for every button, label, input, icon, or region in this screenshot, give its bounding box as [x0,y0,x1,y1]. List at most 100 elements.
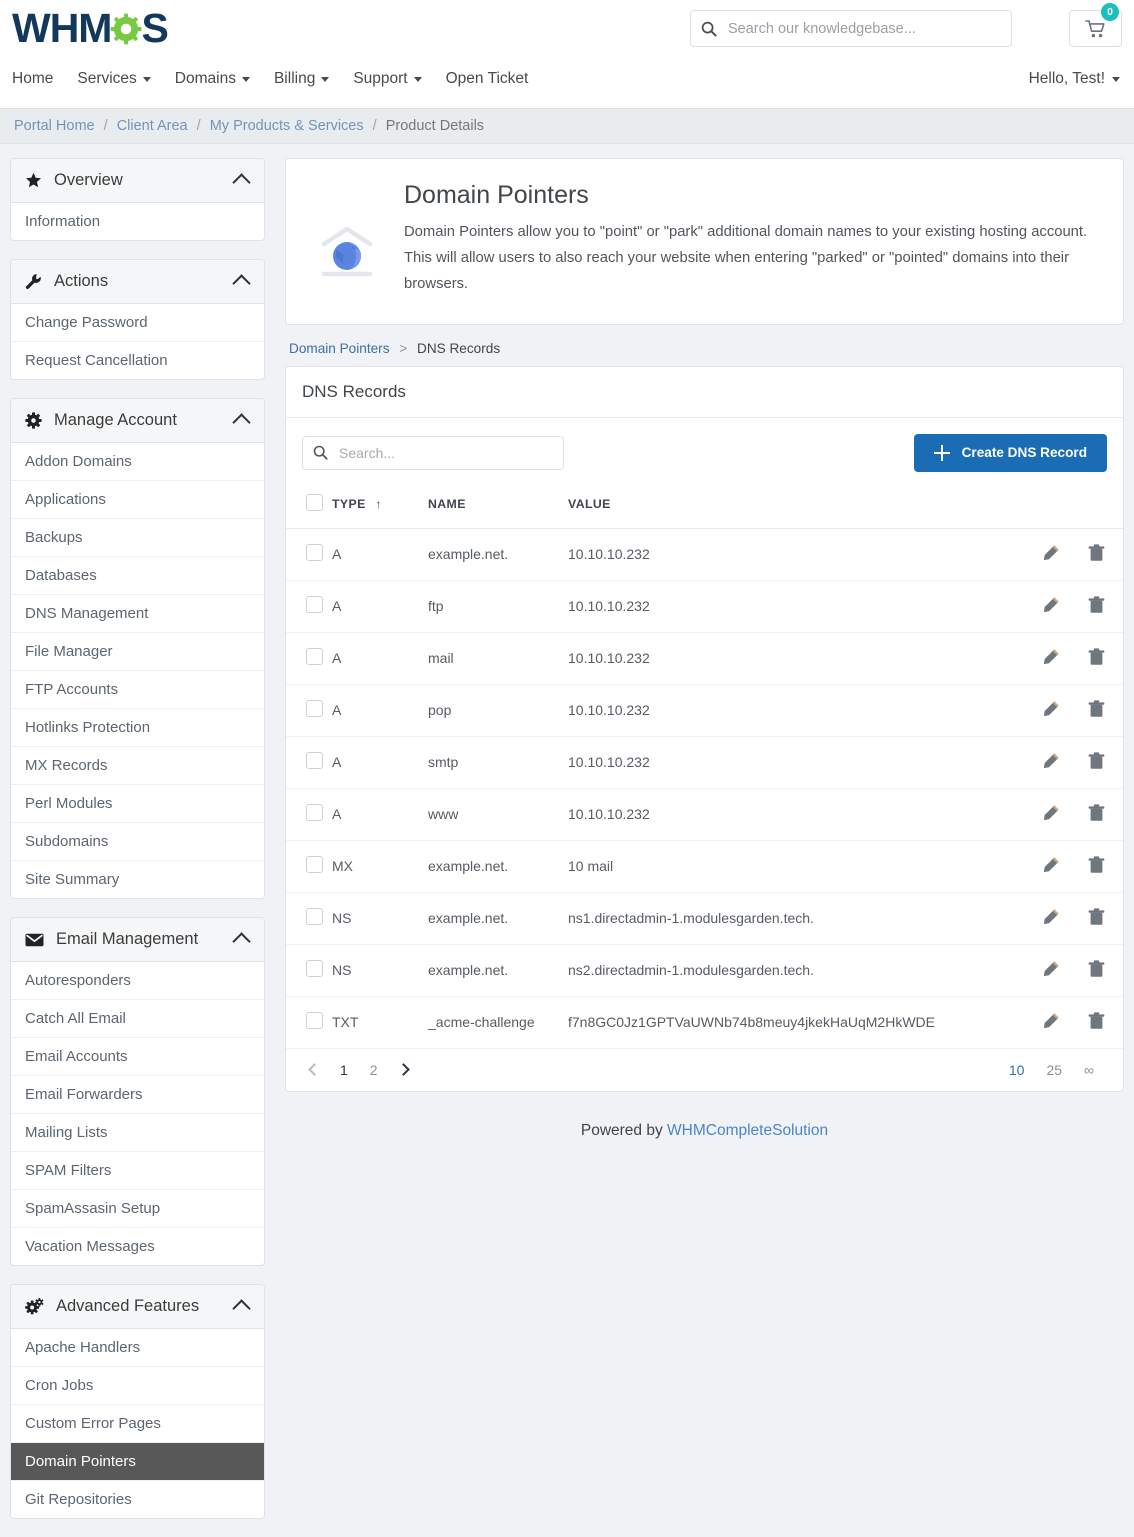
footer-link[interactable]: WHMCompleteSolution [667,1122,828,1139]
pencil-icon[interactable] [1042,856,1060,874]
records-search-input[interactable] [337,444,553,462]
pencil-icon[interactable] [1042,700,1060,718]
sidebar-item-cron-jobs[interactable]: Cron Jobs [11,1367,264,1405]
trash-icon[interactable] [1088,804,1105,822]
sidebar-item-custom-error-pages[interactable]: Custom Error Pages [11,1405,264,1443]
pencil-icon[interactable] [1042,544,1060,562]
sidebar-item-ftp-accounts[interactable]: FTP Accounts [11,671,264,709]
create-dns-record-button[interactable]: Create DNS Record [914,434,1107,472]
select-all-checkbox[interactable] [306,494,323,511]
sidebar-panel-header[interactable]: Manage Account [11,399,264,443]
row-checkbox[interactable] [306,700,323,717]
sidebar-item-email-forwarders[interactable]: Email Forwarders [11,1076,264,1114]
sidebar-item-information[interactable]: Information [11,203,264,240]
row-checkbox[interactable] [306,1012,323,1029]
sidebar-item-apache-handlers[interactable]: Apache Handlers [11,1329,264,1367]
column-header-value[interactable]: VALUE [568,486,1023,529]
trash-icon[interactable] [1088,960,1105,978]
chevron-up-icon[interactable] [232,173,250,191]
pencil-icon[interactable] [1042,648,1060,666]
sidebar-item-hotlinks-protection[interactable]: Hotlinks Protection [11,709,264,747]
pencil-icon[interactable] [1042,596,1060,614]
row-checkbox[interactable] [306,960,323,977]
pencil-icon[interactable] [1042,960,1060,978]
nav-item-domains[interactable]: Domains [175,70,250,88]
cart-button[interactable]: 0 [1069,10,1122,47]
pagination-page-1[interactable]: 1 [329,1062,359,1078]
row-checkbox[interactable] [306,648,323,665]
nav-item-support[interactable]: Support [353,70,421,88]
knowledgebase-search[interactable] [690,10,1012,47]
pagination-prev[interactable] [300,1065,329,1074]
breadcrumb-client-area[interactable]: Client Area [117,118,188,134]
sidebar-item-request-cancellation[interactable]: Request Cancellation [11,342,264,379]
sidebar-panel-header[interactable]: Actions [11,260,264,304]
page-hero-card: Domain Pointers Domain Pointers allow yo… [285,158,1124,325]
trash-icon[interactable] [1088,544,1105,562]
trash-icon[interactable] [1088,700,1105,718]
row-checkbox[interactable] [306,908,323,925]
trash-icon[interactable] [1088,596,1105,614]
breadcrumb-portal-home[interactable]: Portal Home [14,118,95,134]
sidebar-item-backups[interactable]: Backups [11,519,264,557]
logo-text-right: S [141,8,167,49]
chevron-up-icon[interactable] [232,413,250,431]
search-input[interactable] [726,20,1001,38]
trash-icon[interactable] [1088,908,1105,926]
sidebar-item-spamassasin-setup[interactable]: SpamAssasin Setup [11,1190,264,1228]
pencil-icon[interactable] [1042,752,1060,770]
page-size-25[interactable]: 25 [1035,1062,1073,1078]
column-header-name[interactable]: NAME [428,486,568,529]
sidebar-item-perl-modules[interactable]: Perl Modules [11,785,264,823]
sidebar-item-addon-domains[interactable]: Addon Domains [11,443,264,481]
trash-icon[interactable] [1088,1012,1105,1030]
sidebar-item-spam-filters[interactable]: SPAM Filters [11,1152,264,1190]
sidebar-item-mx-records[interactable]: MX Records [11,747,264,785]
page-size-10[interactable]: 10 [998,1062,1036,1078]
sidebar-item-file-manager[interactable]: File Manager [11,633,264,671]
sidebar-panel-header[interactable]: Email Management [11,918,264,962]
sidebar-item-mailing-lists[interactable]: Mailing Lists [11,1114,264,1152]
breadcrumb-my-products-services[interactable]: My Products & Services [210,118,364,134]
nav-item-home[interactable]: Home [12,70,53,88]
records-search[interactable] [302,436,564,470]
row-checkbox[interactable] [306,544,323,561]
pagination-page-2[interactable]: 2 [359,1062,389,1078]
sidebar-item-applications[interactable]: Applications [11,481,264,519]
account-menu[interactable]: Hello, Test! [1029,70,1120,88]
sidebar-item-subdomains[interactable]: Subdomains [11,823,264,861]
chevron-up-icon[interactable] [232,1299,250,1317]
sidebar-item-catch-all-email[interactable]: Catch All Email [11,1000,264,1038]
chevron-up-icon[interactable] [232,274,250,292]
sidebar-item-vacation-messages[interactable]: Vacation Messages [11,1228,264,1265]
sidebar-item-change-password[interactable]: Change Password [11,304,264,342]
section-breadcrumb-link[interactable]: Domain Pointers [289,341,390,356]
sidebar-item-domain-pointers[interactable]: Domain Pointers [11,1443,264,1481]
sidebar-item-autoresponders[interactable]: Autoresponders [11,962,264,1000]
pencil-icon[interactable] [1042,1012,1060,1030]
row-checkbox[interactable] [306,596,323,613]
whmcs-logo[interactable]: WHM [12,8,168,49]
sidebar-item-git-repositories[interactable]: Git Repositories [11,1481,264,1518]
sidebar-panel-header[interactable]: Overview [11,159,264,203]
pencil-icon[interactable] [1042,908,1060,926]
chevron-up-icon[interactable] [232,932,250,950]
row-checkbox[interactable] [306,856,323,873]
sidebar-item-dns-management[interactable]: DNS Management [11,595,264,633]
sidebar-item-databases[interactable]: Databases [11,557,264,595]
sidebar-item-site-summary[interactable]: Site Summary [11,861,264,898]
trash-icon[interactable] [1088,752,1105,770]
trash-icon[interactable] [1088,648,1105,666]
row-checkbox[interactable] [306,804,323,821]
row-checkbox[interactable] [306,752,323,769]
trash-icon[interactable] [1088,856,1105,874]
column-header-type[interactable]: TYPE ↑ [332,486,428,529]
nav-item-open-ticket[interactable]: Open Ticket [446,70,529,88]
pagination-next[interactable] [389,1065,418,1074]
sidebar-item-email-accounts[interactable]: Email Accounts [11,1038,264,1076]
nav-item-services[interactable]: Services [77,70,150,88]
sidebar-panel-header[interactable]: Advanced Features [11,1285,264,1329]
page-size-all[interactable]: ∞ [1073,1062,1105,1078]
pencil-icon[interactable] [1042,804,1060,822]
nav-item-billing[interactable]: Billing [274,70,329,88]
